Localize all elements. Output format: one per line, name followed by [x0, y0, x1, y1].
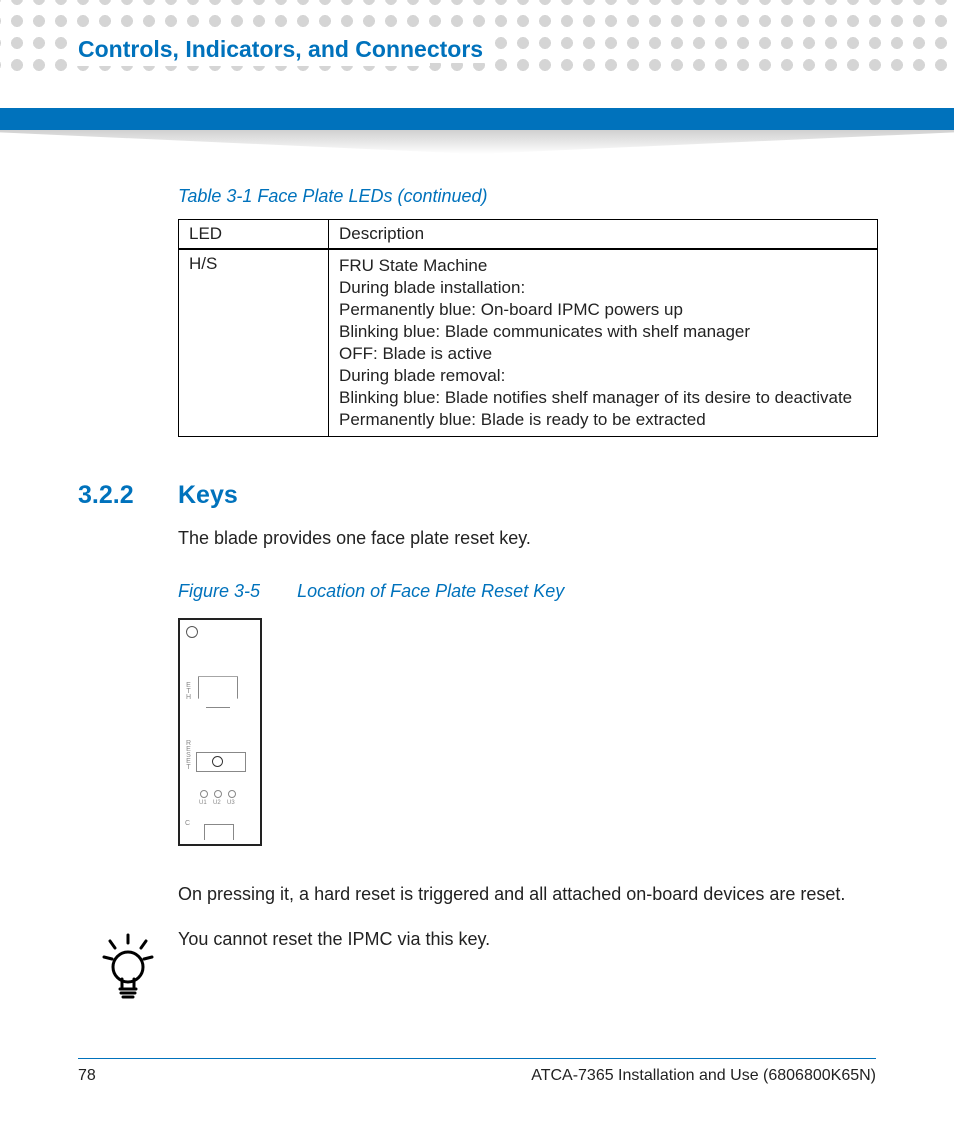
reset-label: RESET: [185, 740, 192, 770]
header-gradient-bar: [0, 130, 954, 154]
doc-id: ATCA-7365 Installation and Use (6806800K…: [531, 1067, 876, 1085]
desc-line: During blade removal:: [339, 366, 867, 386]
section-number: 3.2.2: [78, 481, 178, 510]
cell-desc: FRU State Machine During blade installat…: [329, 249, 878, 437]
figure-caption: Figure 3-5 Location of Face Plate Reset …: [178, 581, 876, 602]
ethernet-port-icon: [198, 676, 238, 708]
screw-icon: [186, 626, 198, 638]
u2-led-icon: [214, 790, 222, 798]
u1-led-icon: [200, 790, 208, 798]
section-intro: The blade provides one face plate reset …: [178, 526, 876, 551]
tip-text: You cannot reset the IPMC via this key.: [178, 929, 876, 950]
tip-block: You cannot reset the IPMC via this key.: [78, 929, 876, 1003]
figure-title: Location of Face Plate Reset Key: [297, 581, 564, 601]
u1-label: U1: [199, 800, 207, 806]
page-footer: 78 ATCA-7365 Installation and Use (68068…: [78, 1058, 876, 1085]
desc-line: Permanently blue: On-board IPMC powers u…: [339, 300, 867, 320]
table-caption: Table 3-1 Face Plate LEDs (continued): [178, 186, 876, 207]
page-content: Table 3-1 Face Plate LEDs (continued) LE…: [78, 186, 876, 1003]
figure-diagram: ETH RESET U1 U2 U3 C: [178, 618, 876, 846]
figure-number: Figure 3-5: [178, 581, 260, 601]
u3-led-icon: [228, 790, 236, 798]
u2-label: U2: [213, 800, 221, 806]
desc-line: During blade installation:: [339, 278, 867, 298]
led-table: LED Description H/S FRU State Machine Du…: [178, 219, 878, 437]
chapter-title: Controls, Indicators, and Connectors: [78, 36, 491, 63]
after-figure-text: On pressing it, a hard reset is triggere…: [178, 882, 876, 907]
col-header-led: LED: [179, 220, 329, 250]
header-blue-bar: [0, 108, 954, 130]
faceplate-outline: ETH RESET U1 U2 U3 C: [178, 618, 262, 846]
lightbulb-icon: [78, 929, 178, 1003]
u3-label: U3: [227, 800, 235, 806]
desc-line: Permanently blue: Blade is ready to be e…: [339, 410, 867, 430]
desc-line: Blinking blue: Blade communicates with s…: [339, 322, 867, 342]
col-header-desc: Description: [329, 220, 878, 250]
table-row: H/S FRU State Machine During blade insta…: [179, 249, 878, 437]
eth-label: ETH: [185, 682, 192, 700]
desc-line: FRU State Machine: [339, 256, 867, 276]
section-title: Keys: [178, 481, 238, 510]
bottom-port-icon: [204, 824, 234, 840]
desc-line: Blinking blue: Blade notifies shelf mana…: [339, 388, 867, 408]
c-label: C: [185, 820, 190, 827]
cell-led: H/S: [179, 249, 329, 437]
desc-line: OFF: Blade is active: [339, 344, 867, 364]
section-heading: 3.2.2 Keys: [78, 481, 876, 510]
page-number: 78: [78, 1067, 96, 1085]
